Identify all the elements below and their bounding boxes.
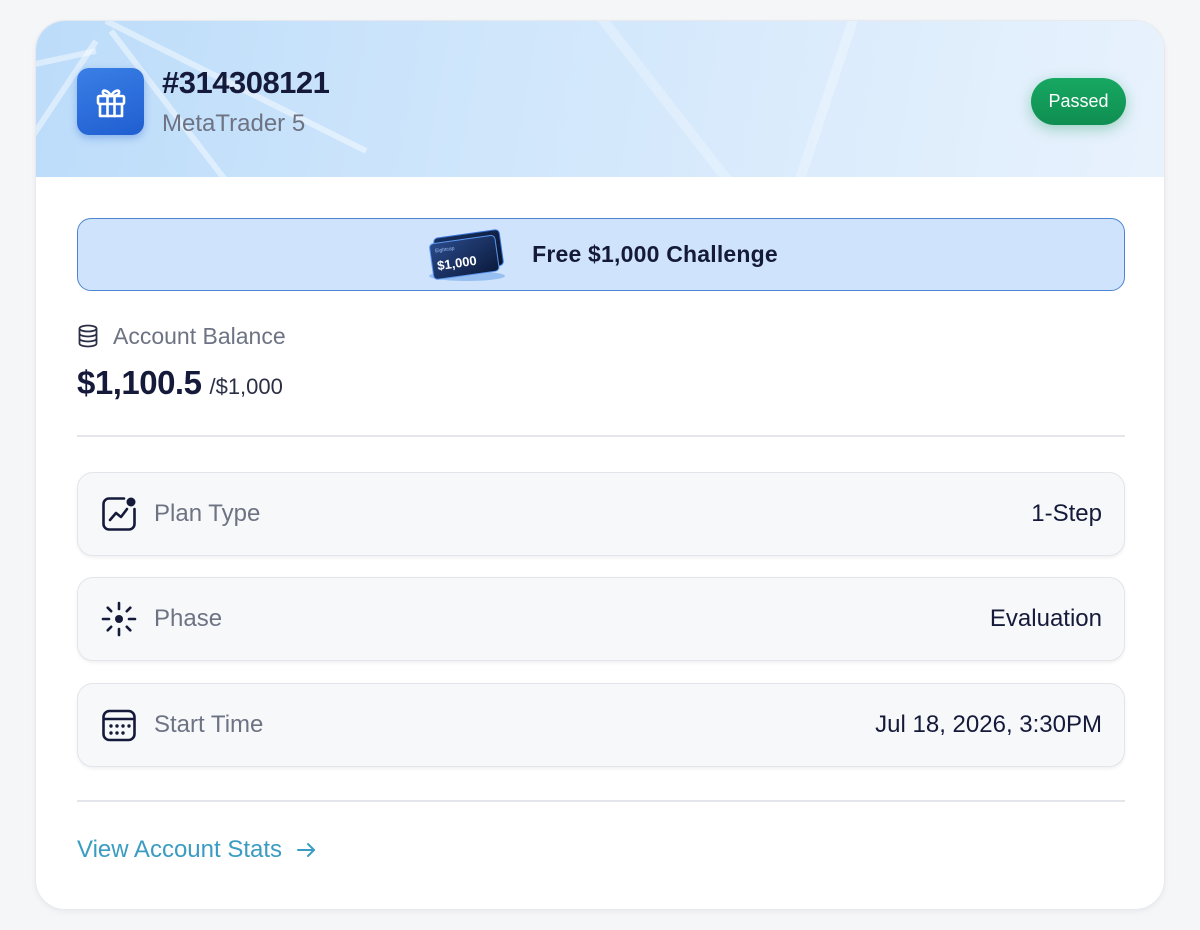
- balance-current: $1,100.5: [77, 364, 202, 401]
- view-account-stats-label: View Account Stats: [77, 836, 283, 863]
- divider: [77, 435, 1125, 437]
- platform-name: MetaTrader 5: [162, 110, 306, 137]
- account-logo: [77, 68, 144, 135]
- challenge-card-image: Eightcap $1,000: [429, 228, 506, 281]
- detail-row-plan-type: Plan Type 1-Step: [77, 472, 1125, 556]
- coins-stack-icon: [78, 324, 98, 348]
- balance-header: Account Balance: [77, 321, 286, 351]
- detail-label: Start Time: [154, 711, 264, 738]
- calendar-icon: [100, 706, 138, 744]
- account-card: #314308121 MetaTrader 5 Passed Eightcap: [35, 20, 1165, 910]
- account-header: #314308121 MetaTrader 5 Passed: [36, 21, 1164, 177]
- divider: [77, 800, 1125, 802]
- balance-value: $1,100.5 /$1,000: [77, 364, 283, 402]
- detail-value: 1-Step: [1031, 500, 1102, 527]
- balance-initial: /$1,000: [209, 374, 283, 399]
- balance-label: Account Balance: [113, 322, 286, 349]
- view-account-stats-link[interactable]: View Account Stats: [77, 836, 316, 864]
- challenge-label: Free $1,000 Challenge: [532, 241, 778, 267]
- arrow-right-icon: [297, 843, 316, 857]
- detail-label: Plan Type: [154, 500, 261, 527]
- status-badge: Passed: [1031, 78, 1126, 125]
- detail-label: Phase: [154, 605, 223, 632]
- sun-burst-icon: [100, 600, 138, 638]
- gift-icon: [96, 88, 125, 117]
- detail-value: Evaluation: [989, 605, 1102, 632]
- detail-row-start-time: Start Time Jul 18, 2026, 3:30PM: [77, 683, 1125, 767]
- challenge-banner[interactable]: Eightcap $1,000 Free $1,000 Challenge: [77, 218, 1125, 291]
- detail-row-phase: Phase Evaluation: [77, 577, 1125, 661]
- account-number: #314308121: [162, 65, 330, 100]
- detail-value: Jul 18, 2026, 3:30PM: [875, 711, 1102, 738]
- trend-chart-icon: [100, 495, 138, 533]
